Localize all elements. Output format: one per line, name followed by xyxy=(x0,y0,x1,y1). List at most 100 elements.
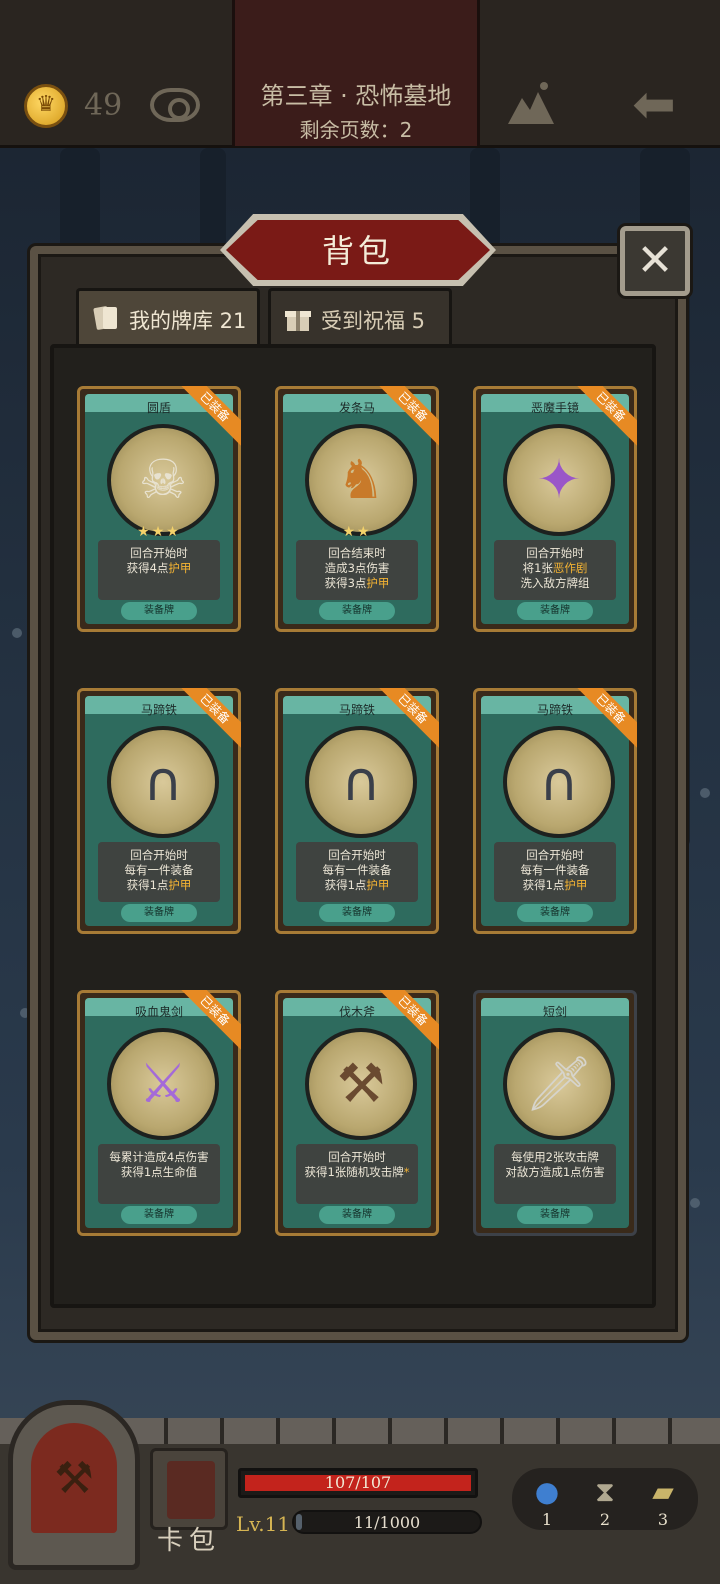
card-type-badge: 装备牌 xyxy=(319,904,395,922)
slot-number: 2 xyxy=(599,1510,611,1529)
equipment-card[interactable]: 恶魔手镜 ✦ 回合开始时 将1张恶作剧 洗入敌方牌组 装备牌 已装备 xyxy=(473,386,637,632)
skull-shield-icon: ☠ xyxy=(138,448,188,511)
card-description: 每使用2张攻击牌 对敌方造成1点伤害 xyxy=(494,1144,616,1204)
snowflake xyxy=(12,628,22,638)
card-description: 回合开始时 获得4点护甲 xyxy=(98,540,220,600)
coin-icon xyxy=(24,84,68,128)
card-type-badge: 装备牌 xyxy=(517,1206,593,1224)
card-description-text: 每有一件装备 xyxy=(520,863,590,877)
close-button[interactable]: ✕ xyxy=(620,226,690,296)
close-icon: ✕ xyxy=(636,235,674,286)
equipment-card[interactable]: 发条马 ♞ ★★ 回合结束时 造成3点伤害 获得3点护甲 装备牌 已装备 xyxy=(275,386,439,632)
chapter-plate: 第三章 · 恐怖墓地 剩余页数：2 xyxy=(232,0,480,146)
potion-icon[interactable]: ● xyxy=(530,1474,564,1510)
card-description: 每累计造成4点伤害 获得1点生命值 xyxy=(98,1144,220,1204)
card-description-text: 将1张 xyxy=(522,561,553,575)
card-keyword: 护甲 xyxy=(564,878,588,892)
card-description-text: 回合开始时 xyxy=(526,848,584,862)
xp-text: 11/1000 xyxy=(353,1513,421,1532)
card-description-text: 对敌方造成1点伤害 xyxy=(505,1165,605,1179)
card-keyword: 护甲 xyxy=(168,561,192,575)
chapter-title: 第三章 · 恐怖墓地 xyxy=(260,82,452,110)
pages-left: 剩余页数：2 xyxy=(299,118,413,142)
card-description-text: 每有一件装备 xyxy=(322,863,392,877)
equipment-card[interactable]: 马蹄铁 ∩ 回合开始时 每有一件装备 获得1点护甲 装备牌 已装备 xyxy=(77,688,241,934)
card-keyword: 恶作剧 xyxy=(552,561,588,575)
cards-icon[interactable]: ▰ xyxy=(646,1474,680,1510)
card-description-text: 造成3点伤害 xyxy=(324,561,390,575)
equipped-ribbon: 已装备 xyxy=(575,386,637,448)
card-pack-icon xyxy=(167,1461,215,1519)
equipped-label: 已装备 xyxy=(377,990,439,1052)
card-type-badge: 装备牌 xyxy=(121,602,197,620)
card-description-line: 回合结束时 xyxy=(296,546,418,561)
hero-portrait[interactable]: ⚒ xyxy=(8,1400,140,1570)
horseshoe-icon: ∩ xyxy=(143,750,183,813)
card-description-text: 回合开始时 xyxy=(328,1150,386,1164)
card-description-line: 每使用2张攻击牌 xyxy=(494,1150,616,1165)
slot-number: 1 xyxy=(541,1510,553,1529)
card-pack-button[interactable] xyxy=(150,1448,228,1530)
tab-my-deck-label: 我的牌库 21 xyxy=(129,309,247,333)
equipped-ribbon: 已装备 xyxy=(377,990,439,1052)
card-description-text: 回合结束时 xyxy=(328,546,386,560)
card-description-text: 回合开始时 xyxy=(130,848,188,862)
snowflake xyxy=(20,1008,30,1018)
card-description-text: 获得1点 xyxy=(126,878,169,892)
equipped-label: 已装备 xyxy=(377,386,439,448)
card-description-line: 回合开始时 xyxy=(98,848,220,863)
equipped-ribbon: 已装备 xyxy=(179,386,241,448)
snowflake xyxy=(690,1198,700,1208)
card-name: 短剑 xyxy=(542,1005,567,1019)
card-description-text: 获得3点 xyxy=(324,576,367,590)
back-arrow-icon[interactable]: ⬅ xyxy=(626,79,682,131)
xp-bar: 11/1000 xyxy=(292,1510,482,1534)
card-keyword: * xyxy=(403,1165,410,1179)
equipment-card[interactable]: 马蹄铁 ∩ 回合开始时 每有一件装备 获得1点护甲 装备牌 已装备 xyxy=(473,688,637,934)
hp-bar: 107/107 xyxy=(238,1468,478,1498)
card-description: 回合结束时 造成3点伤害 获得3点护甲 xyxy=(296,540,418,600)
card-description-text: 回合开始时 xyxy=(526,546,584,560)
horseshoe-icon: ∩ xyxy=(341,750,381,813)
avatar: ⚒ xyxy=(31,1423,117,1533)
card-face: 短剑 🗡 每使用2张攻击牌 对敌方造成1点伤害 装备牌 xyxy=(481,998,629,1228)
card-description-line: 获得3点护甲 xyxy=(296,576,418,591)
card-description-line: 每有一件装备 xyxy=(296,863,418,878)
card-description-text: 获得1张随机攻击牌 xyxy=(304,1165,404,1179)
card-description-line: 回合开始时 xyxy=(494,848,616,863)
hourglass-icon[interactable]: ⧗ xyxy=(588,1474,622,1510)
eye-icon[interactable] xyxy=(150,88,200,122)
card-stars: ★★ xyxy=(342,524,372,540)
card-description-line: 对敌方造成1点伤害 xyxy=(494,1165,616,1180)
card-description-line: 回合开始时 xyxy=(98,546,220,561)
equipment-card[interactable]: 短剑 🗡 每使用2张攻击牌 对敌方造成1点伤害 装备牌 xyxy=(473,990,637,1236)
equipment-card[interactable]: 吸血鬼剑 ⚔ 每累计造成4点伤害 获得1点生命值 装备牌 已装备 xyxy=(77,990,241,1236)
horseshoe-icon: ∩ xyxy=(539,750,579,813)
card-description: 回合开始时 获得1张随机攻击牌* xyxy=(296,1144,418,1204)
cards-icon xyxy=(93,306,117,330)
equipped-ribbon: 已装备 xyxy=(179,990,241,1052)
card-description-line: 获得1点护甲 xyxy=(494,878,616,893)
card-description-line: 获得1点生命值 xyxy=(98,1165,220,1180)
equipment-card[interactable]: 马蹄铁 ∩ 回合开始时 每有一件装备 获得1点护甲 装备牌 已装备 xyxy=(275,688,439,934)
card-description: 回合开始时 每有一件装备 获得1点护甲 xyxy=(98,842,220,902)
tab-blessings[interactable]: 受到祝福 5 xyxy=(268,288,452,344)
equipped-label: 已装备 xyxy=(179,688,241,750)
card-description: 回合开始时 每有一件装备 获得1点护甲 xyxy=(296,842,418,902)
equipped-label: 已装备 xyxy=(575,688,637,750)
snowflake xyxy=(700,788,710,798)
card-type-badge: 装备牌 xyxy=(121,904,197,922)
vampire-sword-icon: ⚔ xyxy=(138,1052,188,1115)
card-description-line: 回合开始时 xyxy=(494,546,616,561)
hero-icon: ⚒ xyxy=(54,1453,94,1504)
equipment-card[interactable]: 伐木斧 ⚒ 回合开始时 获得1张随机攻击牌* 装备牌 已装备 xyxy=(275,990,439,1236)
map-icon[interactable] xyxy=(506,80,556,126)
card-type-badge: 装备牌 xyxy=(319,1206,395,1224)
equipped-label: 已装备 xyxy=(377,688,439,750)
tab-my-deck[interactable]: 我的牌库 21 xyxy=(76,288,260,344)
equipment-card[interactable]: 圆盾 ☠ ★★★ 回合开始时 获得4点护甲 装备牌 已装备 xyxy=(77,386,241,632)
gift-icon xyxy=(285,311,311,331)
equipped-ribbon: 已装备 xyxy=(179,688,241,750)
clockwork-horse-icon: ♞ xyxy=(336,448,386,511)
card-description-text: 每累计造成4点伤害 xyxy=(109,1150,209,1164)
